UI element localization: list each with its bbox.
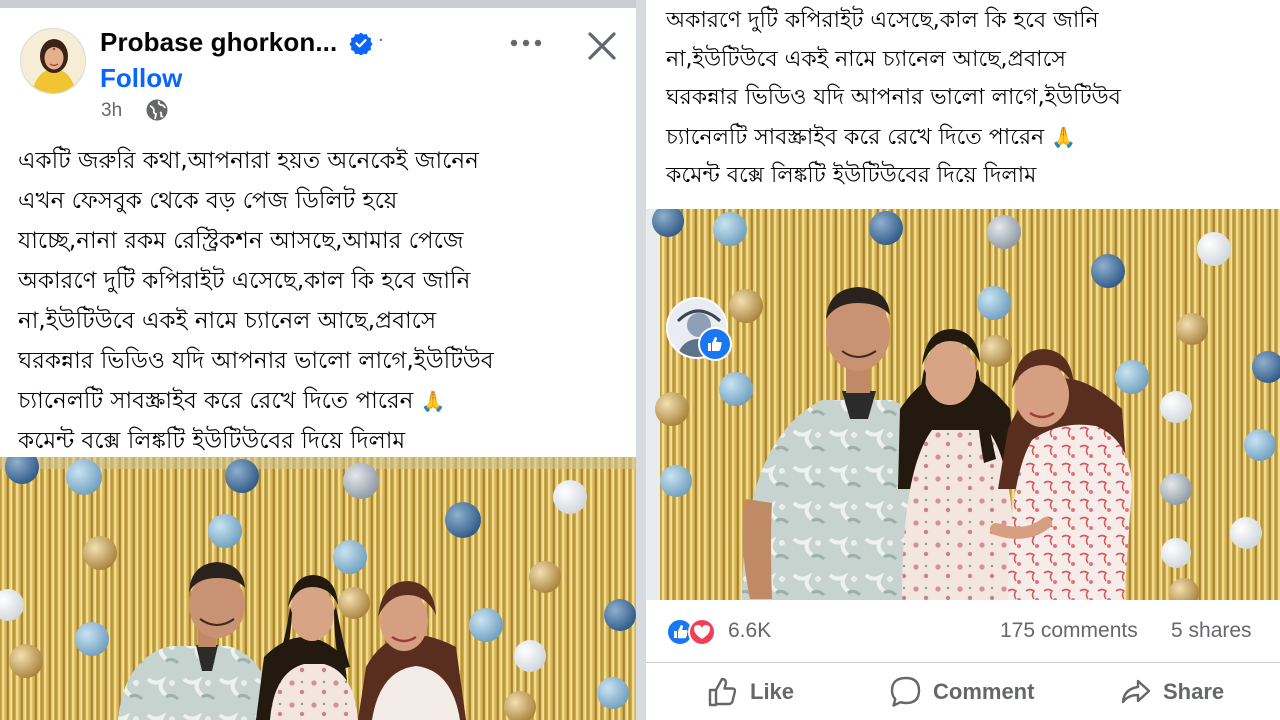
like-label: Like xyxy=(750,679,795,704)
post-body-text-continued: অকারণে দুটি কপিরাইট এসেছে,কাল কি হবে জান… xyxy=(666,2,1274,196)
post-text-line: চ্যানেলটি সাবস্ক্রাইব করে রেখে দিতে পারে… xyxy=(18,381,628,421)
post-photo[interactable] xyxy=(646,209,1280,600)
comments-count[interactable]: 175 comments xyxy=(1000,619,1138,643)
separator-dot: · xyxy=(378,30,384,51)
close-icon[interactable] xyxy=(582,26,622,66)
more-options-icon[interactable] xyxy=(506,28,546,58)
verified-badge-icon xyxy=(349,32,373,55)
post-text-line: এখন ফেসবুক থেকে বড় পেজ ডিলিট হয়ে xyxy=(18,188,398,214)
post-text-line: না,ইউটিউবে একই নামে চ্যানেল আছে,প্রবাসে xyxy=(666,46,1066,72)
post-photo[interactable] xyxy=(0,457,636,720)
thumbs-up-icon xyxy=(708,677,737,707)
share-arrow-icon xyxy=(1121,679,1151,704)
follow-button[interactable]: Follow xyxy=(100,63,182,94)
share-button[interactable]: Share xyxy=(1119,663,1224,720)
globe-icon xyxy=(146,99,168,121)
post-text-line: কমেন্ট বক্সে লিঙ্কটি ইউটিউবের দিয়ে দিলা… xyxy=(666,163,1037,188)
post-body-text: একটি জরুরি কথা,আপনারা হয়ত অনেকেই জানেন … xyxy=(18,141,628,461)
family-photo-scene xyxy=(0,457,636,720)
post-text-line: চ্যানেলটি সাবস্ক্রাইব করে রেখে দিতে পারে… xyxy=(666,118,1274,158)
post-text-line: না,ইউটিউবে একই নামে চ্যানেল আছে,প্রবাসে xyxy=(18,308,437,334)
like-button[interactable]: Like xyxy=(706,663,794,720)
post-header: Probase ghorkon... · Follow 3h xyxy=(0,8,636,128)
pray-emoji: 🙏 xyxy=(1051,124,1077,149)
panel-divider xyxy=(636,0,646,720)
post-panel-left: Probase ghorkon... · Follow 3h একটি জরুর… xyxy=(0,8,636,720)
post-text-line: অকারণে দুটি কপিরাইট এসেছে,কাল কি হবে জান… xyxy=(18,268,471,294)
post-action-bar: Like Comment Share xyxy=(646,662,1280,720)
post-text-line: অকারণে দুটি কপিরাইট এসেছে,কাল কি হবে জান… xyxy=(666,8,1099,33)
shares-count[interactable]: 5 shares xyxy=(1171,619,1252,643)
post-text-line: কমেন্ট বক্সে লিঙ্কটি ইউটিউবের দিয়ে দিলা… xyxy=(18,428,406,454)
post-time[interactable]: 3h xyxy=(101,100,122,122)
reactions-summary: 6.6K 175 comments 5 shares xyxy=(646,600,1280,662)
post-text-line: ঘরকন্নার ভিডিও যদি আপনার ভালো লাগে,ইউটিউ… xyxy=(18,348,494,374)
like-reaction-badge xyxy=(698,327,732,361)
page-name[interactable]: Probase ghorkon... xyxy=(100,27,337,58)
page-avatar[interactable] xyxy=(20,28,86,94)
comment-button[interactable]: Comment xyxy=(889,663,1034,720)
reaction-count[interactable]: 6.6K xyxy=(728,619,771,643)
post-text-line: যাচ্ছে,নানা রকম রেস্ট্রিকশন আসছে,আমার পে… xyxy=(18,228,464,254)
post-text-line-content: চ্যানেলটি সাবস্ক্রাইব করে রেখে দিতে পারে… xyxy=(18,388,414,414)
share-label: Share xyxy=(1163,679,1225,704)
reaction-icons[interactable] xyxy=(666,618,722,646)
comment-label: Comment xyxy=(933,679,1035,704)
family-photo-scene xyxy=(646,209,1280,600)
post-text-line: একটি জরুরি কথা,আপনারা হয়ত অনেকেই জানেন xyxy=(18,148,479,174)
post-text-line-content: চ্যানেলটি সাবস্ক্রাইব করে রেখে দিতে পারে… xyxy=(666,124,1045,150)
post-panel-right: অকারণে দুটি কপিরাইট এসেছে,কাল কি হবে জান… xyxy=(646,0,1280,720)
pray-emoji: 🙏 xyxy=(420,389,446,413)
top-divider xyxy=(0,0,636,8)
post-text-line: ঘরকন্নার ভিডিও যদি আপনার ভালো লাগে,ইউটিউ… xyxy=(666,85,1121,110)
comment-bubble-icon xyxy=(890,676,921,707)
thumbs-up-icon xyxy=(708,337,722,351)
